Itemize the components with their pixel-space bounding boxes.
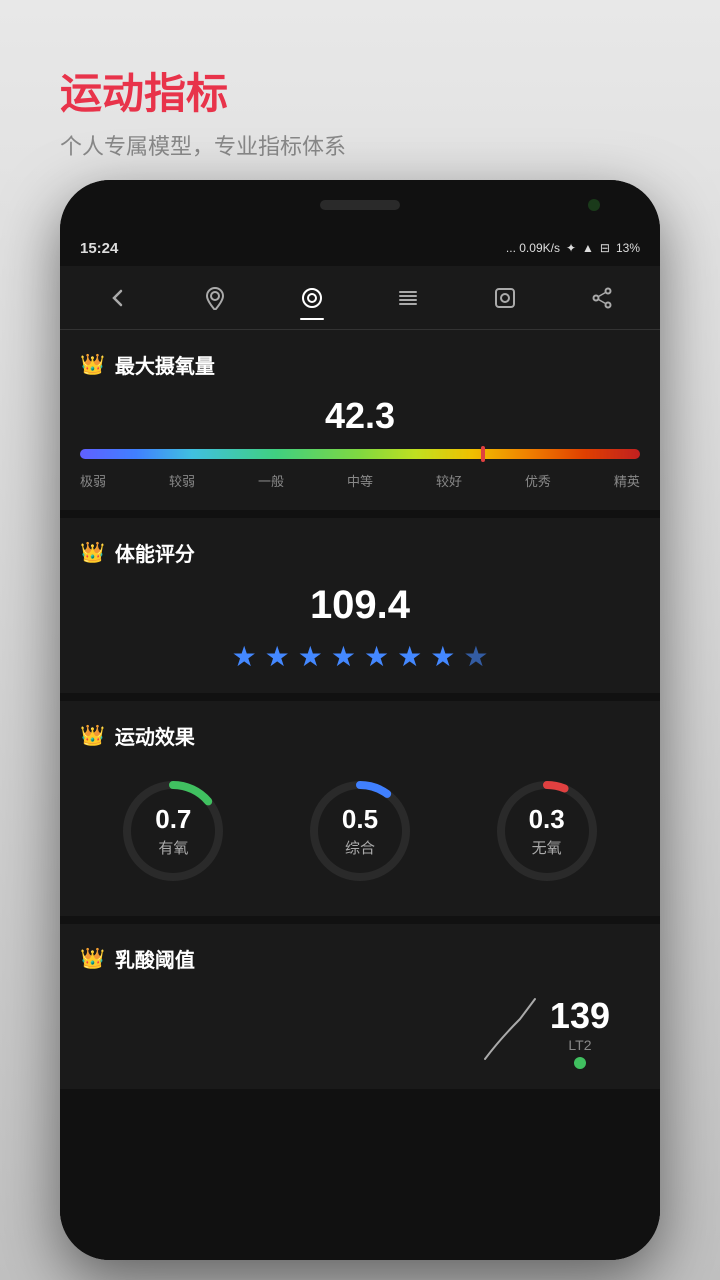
exercise-title: 👑 运动效果 [80,721,640,750]
star-8-half: ★ [463,640,488,673]
crown-icon-lactate: 👑 [80,946,105,971]
speaker [320,200,400,210]
label-medium: 中等 [347,471,373,490]
exercise-section: 👑 运动效果 0.7 有氧 [60,701,660,916]
anaerobic-circle-item: 0.3 无氧 [492,776,602,886]
camera-dot [588,199,600,211]
comprehensive-label: 综合 [345,837,375,858]
nav-bar [60,266,660,330]
label-good: 较好 [436,471,462,490]
star-3: ★ [298,640,323,673]
exercise-circles: 0.7 有氧 0.5 [80,766,640,896]
aerobic-circle-item: 0.7 有氧 [118,776,228,886]
battery-status: 13% [616,241,640,255]
star-1: ★ [232,640,257,673]
stars-row: ★ ★ ★ ★ ★ ★ ★ ★ [80,640,640,673]
aerobic-gauge: 0.7 有氧 [118,776,228,886]
circle-icon[interactable] [290,276,334,320]
wifi-icon: ▲ [582,241,594,255]
comprehensive-value: 0.5 [342,804,378,835]
anaerobic-gauge: 0.3 无氧 [492,776,602,886]
status-bar: 15:24 ... 0.09K/s ✦ ▲ ⊟ 13% [60,230,660,266]
lactate-title: 👑 乳酸阈值 [80,944,640,973]
lactate-value-container: 139 LT2 [550,995,610,1069]
anaerobic-circle-text: 0.3 无氧 [492,776,602,886]
phone-frame: 15:24 ... 0.09K/s ✦ ▲ ⊟ 13% [60,180,660,1260]
list-icon[interactable] [386,276,430,320]
vo2max-value: 42.3 [80,395,640,437]
search-icon[interactable] [483,276,527,320]
phone-top [60,180,660,230]
vo2max-title: 👑 最大摄氧量 [80,350,640,379]
status-right: ... 0.09K/s ✦ ▲ ⊟ 13% [506,241,640,255]
star-7: ★ [430,640,455,673]
crown-icon-vo2: 👑 [80,352,105,377]
crown-icon-fitness: 👑 [80,540,105,565]
bluetooth-icon: ✦ [566,241,576,255]
page-header: 运动指标 个人专属模型，专业指标体系 [60,60,660,161]
label-weak: 较弱 [169,471,195,490]
network-status: ... 0.09K/s [506,241,560,255]
lactate-sublabel: LT2 [550,1037,610,1053]
crown-icon-exercise: 👑 [80,723,105,748]
comprehensive-circle-text: 0.5 综合 [305,776,415,886]
rainbow-bar-container [80,449,640,459]
label-elite: 精英 [614,471,640,490]
fitness-title: 👑 体能评分 [80,538,640,567]
vo2-labels: 极弱 较弱 一般 中等 较好 优秀 精英 [80,471,640,490]
share-icon[interactable] [580,276,624,320]
lactate-section: 👑 乳酸阈值 139 LT2 [60,924,660,1089]
page-subtitle: 个人专属模型，专业指标体系 [60,129,660,161]
page-title: 运动指标 [60,60,660,121]
star-6: ★ [397,640,422,673]
comprehensive-circle-item: 0.5 综合 [305,776,415,886]
aerobic-value: 0.7 [155,804,191,835]
lactate-chart-line [480,989,540,1069]
fitness-section: 👑 体能评分 109.4 ★ ★ ★ ★ ★ ★ ★ ★ [60,518,660,693]
comprehensive-gauge: 0.5 综合 [305,776,415,886]
rainbow-bar [80,449,640,459]
star-2: ★ [265,640,290,673]
fitness-score-value: 109.4 [80,583,640,628]
label-excellent: 优秀 [525,471,551,490]
anaerobic-value: 0.3 [529,804,565,835]
sim-icon: ⊟ [600,241,610,255]
map-icon[interactable] [193,276,237,320]
label-very-weak: 极弱 [80,471,106,490]
status-time: 15:24 [80,240,118,257]
star-5: ★ [364,640,389,673]
aerobic-circle-text: 0.7 有氧 [118,776,228,886]
star-4: ★ [331,640,356,673]
back-button[interactable] [96,276,140,320]
vo2max-section: 👑 最大摄氧量 42.3 极弱 较弱 一般 中等 较好 优秀 精英 [60,330,660,510]
aerobic-label: 有氧 [158,837,188,858]
app-content: 👑 最大摄氧量 42.3 极弱 较弱 一般 中等 较好 优秀 精英 [60,266,660,1260]
lactate-dot [574,1057,586,1069]
scroll-content[interactable]: 👑 最大摄氧量 42.3 极弱 较弱 一般 中等 较好 优秀 精英 [60,330,660,1260]
lactate-number: 139 [550,995,610,1037]
anaerobic-label: 无氧 [532,837,562,858]
rainbow-marker [481,446,485,462]
label-normal: 一般 [258,471,284,490]
